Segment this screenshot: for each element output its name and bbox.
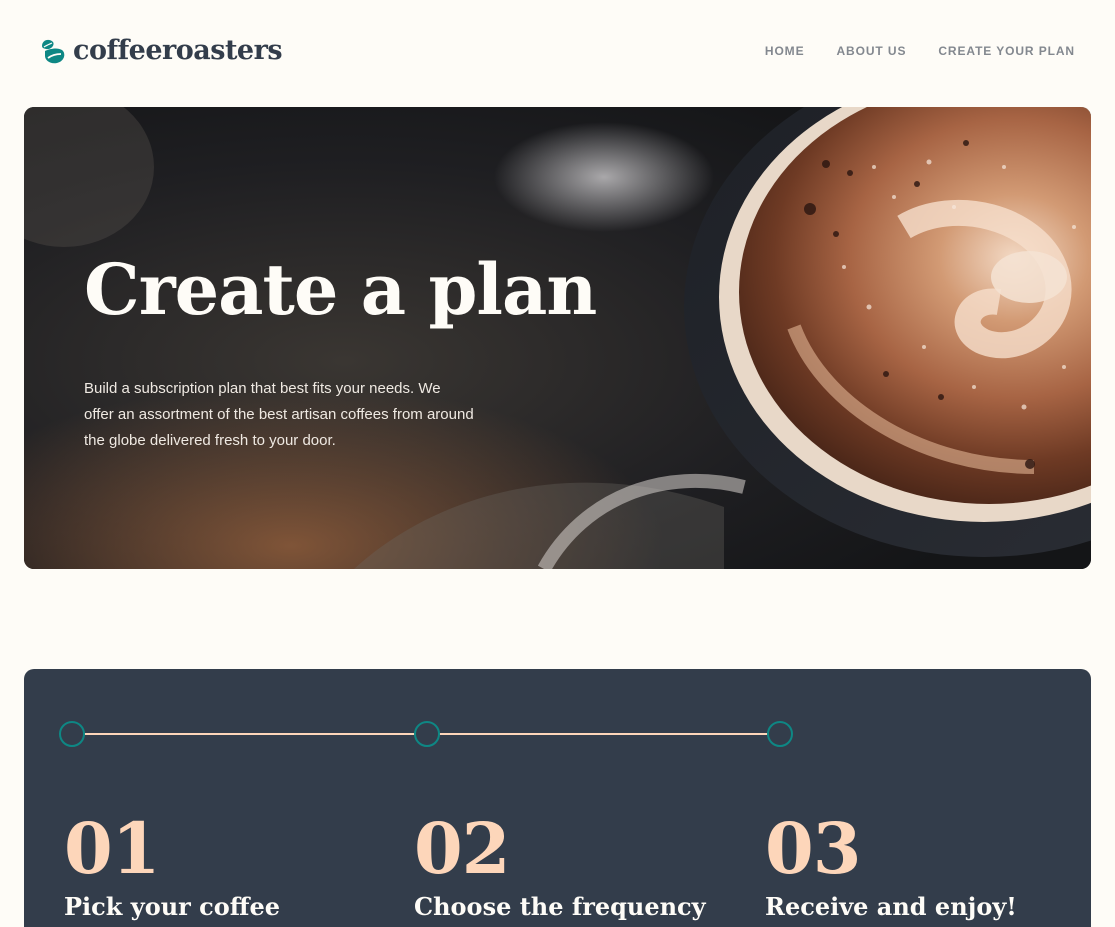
main-nav: HOME ABOUT US CREATE YOUR PLAN xyxy=(765,44,1075,58)
nav-create-plan[interactable]: CREATE YOUR PLAN xyxy=(938,44,1075,58)
nav-about-us[interactable]: ABOUT US xyxy=(836,44,906,58)
step-number-2: 02 xyxy=(414,807,510,890)
hero-description: Build a subscription plan that best fits… xyxy=(84,380,474,449)
how-it-works-section: 01 Pick your coffee 02 Choose the freque… xyxy=(24,669,1091,927)
logo[interactable]: coffeeroasters xyxy=(40,35,283,66)
nav-home[interactable]: HOME xyxy=(765,44,805,58)
timeline-dot-2 xyxy=(414,721,440,747)
step-title-2: Choose the frequency xyxy=(414,892,706,921)
coffee-cup-image xyxy=(24,107,1091,569)
step-title-3: Receive and enjoy! xyxy=(765,892,1017,921)
timeline-dot-3 xyxy=(767,721,793,747)
logo-text: coffeeroasters xyxy=(73,35,283,66)
hero-title: Create a plan xyxy=(84,248,597,331)
coffee-bean-icon xyxy=(42,39,65,64)
hero-banner: Create a plan Build a subscription plan … xyxy=(24,107,1091,569)
site-header: coffeeroasters HOME ABOUT US CREATE YOUR… xyxy=(0,0,1115,107)
timeline-dot-1 xyxy=(59,721,85,747)
step-number-3: 03 xyxy=(765,807,861,890)
step-title-1: Pick your coffee xyxy=(64,892,281,921)
step-number-1: 01 xyxy=(64,807,160,890)
